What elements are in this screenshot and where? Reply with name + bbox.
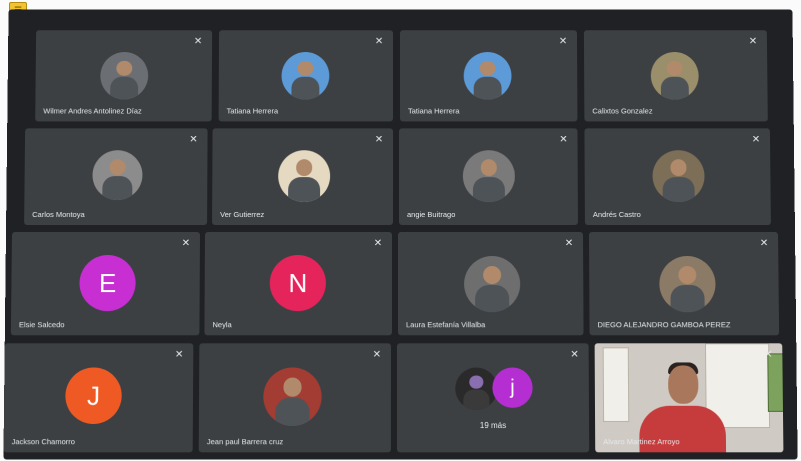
participant-name: Wilmer Andres Antolinez Díaz (43, 106, 142, 116)
mic-muted-icon: ✕ (181, 237, 191, 250)
mic-muted-icon: ✕ (373, 237, 383, 250)
participant-name: Jackson Chamorro (11, 437, 76, 447)
mic-muted-icon: ✕ (374, 36, 384, 48)
avatar (462, 150, 515, 203)
mic-muted-icon: ✕ (764, 349, 773, 361)
avatar: N (269, 255, 326, 312)
mic-muted-icon: ✕ (759, 237, 769, 250)
avatar (92, 150, 143, 201)
participant-tile[interactable]: ✕ Carlos Montoya (24, 128, 208, 226)
avatar (652, 150, 705, 203)
participant-tile[interactable]: ✕ Jean paul Barrera cruz (198, 343, 391, 453)
mic-muted-icon: ✕ (174, 349, 184, 361)
participant-name: Alvaro Martinez Arroyo (603, 437, 680, 447)
self-video-feed (594, 343, 784, 453)
participant-name: Andrés Castro (592, 210, 641, 220)
mic-muted-icon: ✕ (189, 134, 198, 146)
participant-name: DIEGO ALEJANDRO GAMBOA PEREZ (597, 320, 731, 330)
participant-name: Carlos Montoya (32, 210, 85, 220)
mic-muted-icon: ✕ (748, 36, 758, 48)
participant-name: Laura Estefanía Villalba (406, 320, 486, 330)
mic-muted-icon: ✕ (372, 349, 382, 361)
avatar (650, 52, 699, 100)
participant-tile[interactable]: ✕ Wilmer Andres Antolinez Díaz (35, 30, 213, 122)
mic-muted-icon: ✕ (751, 134, 761, 146)
participant-name: Ver Gutierrez (220, 210, 265, 220)
avatar (278, 150, 331, 203)
avatar (463, 52, 512, 100)
participant-tile[interactable]: ✕ N Neyla (204, 232, 393, 336)
avatar (455, 367, 498, 410)
avatar: E (79, 255, 136, 312)
participant-name: Calixtos Gonzalez (592, 106, 653, 116)
avatar (100, 52, 149, 100)
avatar (464, 256, 521, 313)
participant-name: angie Buitrago (406, 210, 456, 220)
participant-name: Elsie Salcedo (18, 320, 65, 330)
avatar (281, 52, 330, 100)
mic-muted-icon: ✕ (570, 349, 579, 361)
avatar: j (492, 367, 533, 408)
participant-tile[interactable]: ✕ Tatiana Herrera (218, 30, 394, 122)
participant-tile[interactable]: ✕ Andrés Castro (584, 128, 771, 226)
self-video-tile[interactable]: ✕ Alvaro Martinez Arroyo (594, 343, 784, 453)
participant-tile[interactable]: ✕ Tatiana Herrera (400, 30, 578, 122)
participant-name: Tatiana Herrera (407, 106, 460, 116)
more-participants-count: 19 más (479, 420, 507, 431)
mic-muted-icon: ✕ (564, 237, 574, 250)
participant-tile[interactable]: ✕ J Jackson Chamorro (3, 343, 194, 453)
avatar: J (65, 367, 122, 424)
participant-tile[interactable]: ✕ Laura Estefanía Villalba (397, 232, 584, 336)
mic-muted-icon: ✕ (558, 36, 568, 48)
overflow-tile[interactable]: ✕ j 19 más (396, 343, 590, 453)
participant-name: Jean paul Barrera cruz (206, 437, 284, 447)
participant-tile[interactable]: ✕ E Elsie Salcedo (10, 232, 201, 336)
participant-tile[interactable]: ✕ Calixtos Gonzalez (583, 30, 768, 122)
avatar (659, 256, 716, 313)
participant-tile[interactable]: ✕ Ver Gutierrez (212, 128, 394, 226)
participant-name: Tatiana Herrera (226, 106, 279, 116)
video-grid: ✕ Wilmer Andres Antolinez Díaz ✕ Tatiana… (3, 9, 798, 460)
mic-muted-icon: ✕ (374, 134, 384, 146)
participant-tile[interactable]: ✕ DIEGO ALEJANDRO GAMBOA PEREZ (588, 232, 780, 336)
avatar (263, 367, 322, 427)
participant-name: Neyla (212, 320, 232, 330)
mic-muted-icon: ✕ (559, 134, 568, 146)
participant-tile[interactable]: ✕ angie Buitrago (399, 128, 578, 226)
mic-muted-icon: ✕ (193, 36, 203, 48)
